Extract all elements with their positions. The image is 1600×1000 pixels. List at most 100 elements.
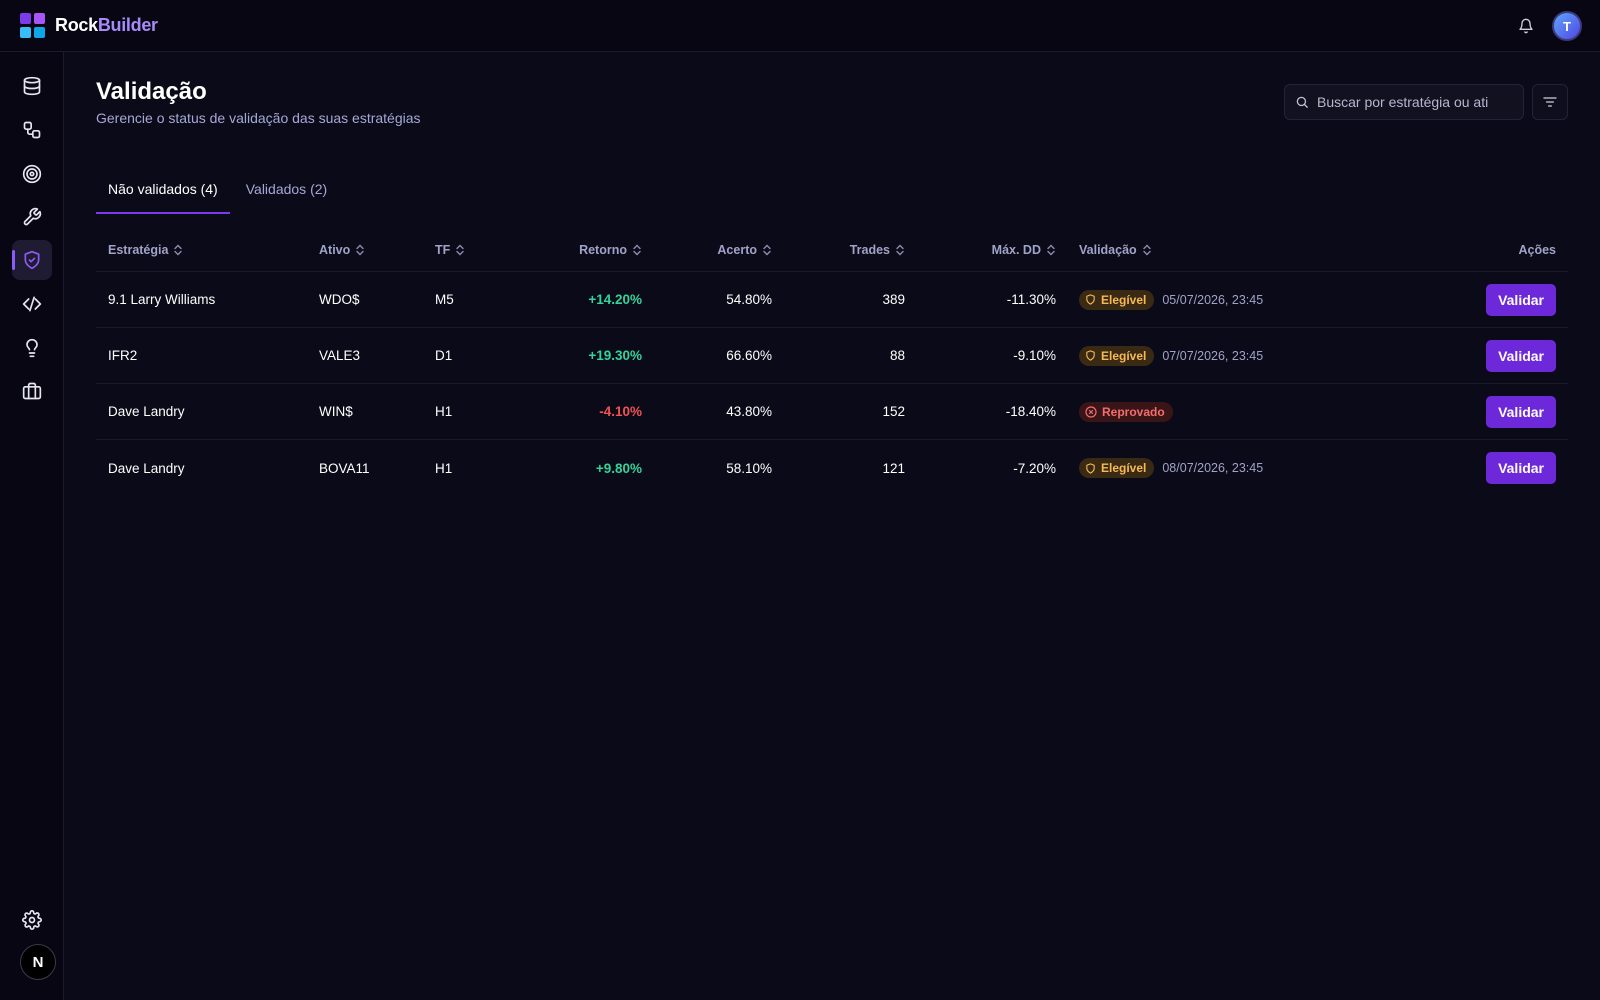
column-header-validation[interactable]: Validação [1079,243,1152,257]
sidebar-item-data[interactable] [12,66,52,106]
column-header-max-dd[interactable]: Máx. DD [992,243,1056,257]
sort-icon [174,244,183,255]
sort-icon [896,244,904,255]
accuracy-cell: 58.10% [726,460,772,476]
tf-cell: H1 [435,460,453,476]
sort-icon [633,244,641,255]
tab-validated[interactable]: Validados (2) [234,172,339,214]
column-header-accuracy[interactable]: Acerto [717,243,772,257]
strategy-cell: IFR2 [108,348,138,363]
gear-icon [22,910,42,930]
shield-icon [1086,462,1095,474]
search-icon [1296,96,1308,108]
accuracy-cell: 66.60% [726,348,772,363]
filter-icon [1543,97,1557,107]
actions-cell: Validar [1486,339,1556,372]
app-logo-icon [20,13,45,38]
validation-date: 07/07/2026, 23:45 [1162,348,1264,363]
brand-name-part1: Rock [55,15,98,35]
brand-name-part2: Builder [97,15,158,35]
status-label: Elegível [1101,348,1147,363]
validation-cell: Elegível 07/07/2026, 23:45 [1079,345,1264,366]
validation-cell: Elegível 05/07/2026, 23:45 [1079,289,1264,310]
code-icon [22,296,42,312]
trades-cell: 389 [882,292,905,307]
tf-cell: H1 [435,404,453,419]
validate-button[interactable]: Validar [1486,283,1556,316]
max-dd-cell: -7.20% [1013,460,1056,476]
search-input[interactable] [1317,94,1507,110]
actions-cell: Validar [1486,395,1556,428]
brand-name: RockBuilder [55,15,158,36]
validation-cell: Elegível 08/07/2026, 23:45 [1079,458,1263,478]
sidebar-item-workflow[interactable] [12,110,52,150]
column-header-label: Acerto [717,242,757,257]
column-header-label: Trades [849,242,890,257]
page-subtitle: Gerencie o status de validação das suas … [96,110,421,126]
shield-check-icon [24,250,40,270]
sidebar-item-portfolio[interactable] [12,371,52,411]
user-avatar[interactable]: T [1552,11,1582,41]
sort-icon [456,244,464,255]
wrench-icon [23,207,42,226]
notifications-button[interactable] [1510,10,1542,42]
sidebar: N [0,52,64,1000]
shield-icon [1086,350,1095,361]
column-header-tf[interactable]: TF [435,243,465,257]
asset-cell: BOVA11 [319,460,370,476]
asset-cell: WDO$ [319,292,360,307]
sort-icon [1047,244,1055,255]
sidebar-item-target[interactable] [12,154,52,194]
tab-not-validated[interactable]: Não validados (4) [96,172,230,214]
column-header-label: Retorno [579,242,627,257]
sidebar-item-tools[interactable] [12,197,52,237]
strategy-cell: Dave Landry [108,404,185,419]
bell-icon [1519,18,1533,34]
return-cell: +9.80% [595,460,642,476]
target-icon [22,164,42,184]
asset-cell: WIN$ [319,404,353,419]
column-header-asset[interactable]: Ativo [319,243,365,257]
status-badge: Elegível [1079,345,1155,366]
tf-cell: D1 [435,348,453,363]
validation-date: 08/07/2026, 23:45 [1162,461,1264,475]
column-header-return[interactable]: Retorno [579,243,642,257]
sidebar-item-validation[interactable] [12,240,52,280]
max-dd-cell: -9.10% [1013,348,1056,363]
validate-button[interactable]: Validar [1486,452,1556,484]
actions-cell: Validar [1486,283,1556,316]
page-title: Validação [96,78,207,105]
asset-cell: VALE3 [319,348,361,363]
filter-button[interactable] [1532,84,1568,120]
tf-cell: M5 [435,292,454,307]
database-icon [23,76,41,96]
workflow-icon [23,121,41,139]
sidebar-item-code[interactable] [12,284,52,324]
return-cell: -4.10% [599,404,642,419]
status-badge: Elegível [1079,458,1155,478]
column-header-label: Validação [1079,242,1137,257]
bottom-badge[interactable]: N [20,944,56,980]
validate-button[interactable]: Validar [1486,339,1556,372]
lightbulb-icon [26,338,38,358]
status-badge: Elegível [1079,289,1155,310]
table-row: Dave Landry WIN$ H1 -4.10% 43.80% 152 -1… [96,384,1568,440]
trades-cell: 121 [882,460,905,476]
shield-icon [1086,294,1095,305]
sidebar-item-ideas[interactable] [12,328,52,368]
search-box[interactable] [1284,84,1524,120]
strategy-cell: 9.1 Larry Williams [108,292,216,307]
sidebar-item-settings[interactable] [12,900,52,940]
column-header-trades[interactable]: Trades [850,243,905,257]
sort-icon [1142,244,1151,255]
brand[interactable]: RockBuilder [20,13,158,38]
validation-date: 05/07/2026, 23:45 [1162,292,1264,307]
table-header: Estratégia Ativo TF Retorno Acerto Trade… [96,228,1568,272]
column-header-strategy[interactable]: Estratégia [108,243,183,257]
validate-button[interactable]: Validar [1486,395,1556,428]
max-dd-cell: -18.40% [1005,404,1056,419]
column-header-actions: Ações [1518,242,1556,257]
tabs: Não validados (4) Validados (2) [96,172,343,214]
sort-icon [763,244,771,255]
max-dd-cell: -11.30% [1006,292,1056,307]
